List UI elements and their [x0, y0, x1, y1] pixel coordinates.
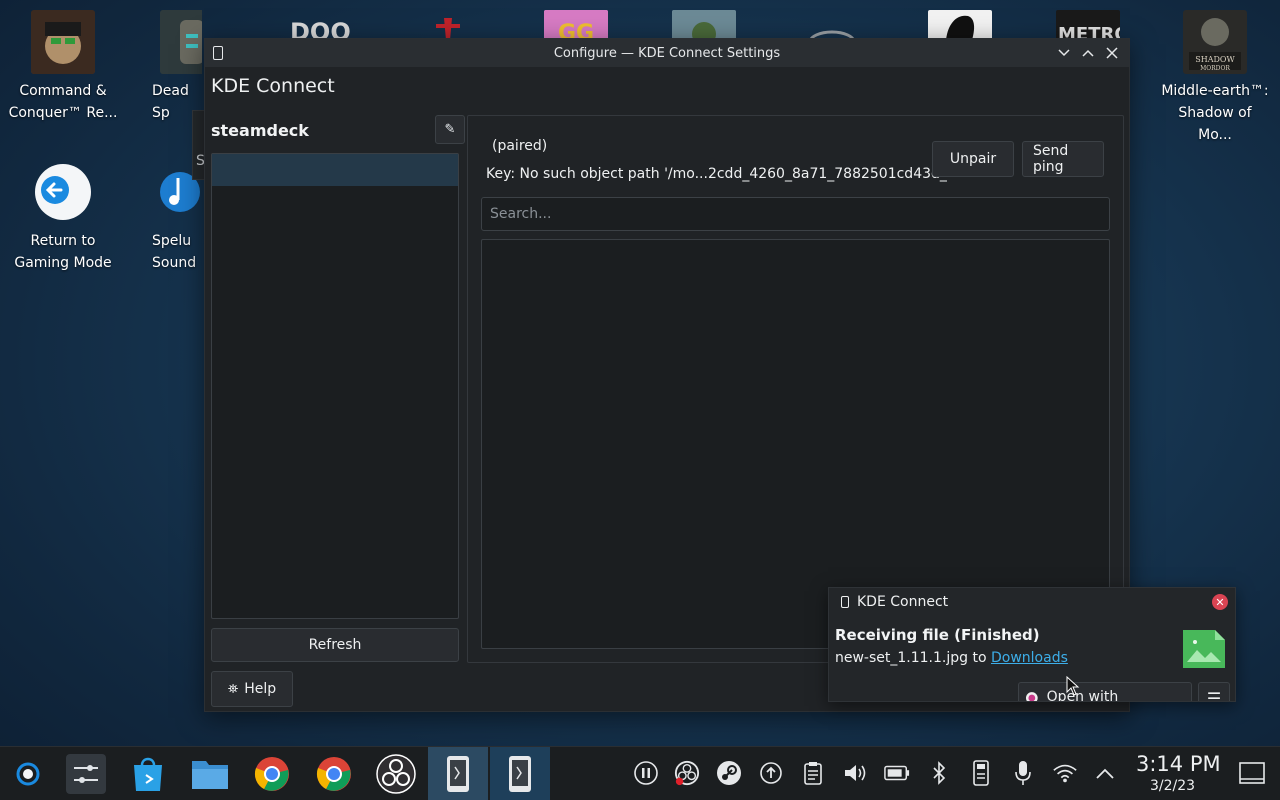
- notification-filename: new-set_1.11.1.jpg to: [835, 650, 991, 666]
- battery-icon[interactable]: [884, 760, 910, 786]
- phone-icon: [213, 46, 223, 60]
- window-title: Configure — KDE Connect Settings: [553, 45, 781, 61]
- chevron-up-icon[interactable]: [1092, 760, 1118, 786]
- image-file-icon: [1183, 630, 1225, 668]
- help-icon: ⛯: [227, 681, 239, 697]
- refresh-button[interactable]: Refresh: [211, 628, 459, 662]
- notification-app-name: KDE Connect: [857, 594, 949, 610]
- clock-date[interactable]: 3/2/23: [1150, 778, 1195, 794]
- downloads-link[interactable]: Downloads: [991, 650, 1068, 666]
- halo-icon[interactable]: [672, 10, 736, 40]
- svg-text:MORDOR: MORDOR: [1200, 65, 1230, 72]
- help-button[interactable]: ⛯ Help: [211, 671, 293, 707]
- close-icon[interactable]: [1101, 42, 1123, 64]
- dead-space-art: [160, 10, 202, 74]
- unpair-button[interactable]: Unpair: [932, 141, 1014, 177]
- notification-popup[interactable]: KDE Connect ✕ Receiving file (Finished) …: [828, 587, 1236, 702]
- shadow-of-mordor-art: SHADOW MORDOR: [1183, 10, 1247, 74]
- volume-icon[interactable]: [842, 760, 868, 786]
- desktop-icon-return-to-gaming-mode[interactable]: Return to Gaming Mode: [8, 160, 118, 274]
- clock-time[interactable]: 3:14 PM: [1136, 752, 1221, 776]
- taskbar-chrome-1[interactable]: [242, 747, 302, 800]
- folder-icon: [192, 761, 228, 789]
- taskbar-discover[interactable]: [118, 747, 178, 800]
- microphone-icon[interactable]: [1010, 760, 1036, 786]
- desktop-icon-label: Spelu Sound: [152, 233, 197, 271]
- show-desktop-icon[interactable]: [1238, 760, 1266, 786]
- chrome-icon: [316, 757, 351, 791]
- device-list[interactable]: [211, 153, 459, 619]
- settings-sliders-icon: [66, 754, 106, 794]
- notification-body: new-set_1.11.1.jpg to Downloads: [835, 650, 1068, 666]
- help-label: Help: [244, 681, 277, 697]
- obs-icon: [376, 754, 416, 794]
- chrome-icon: [254, 757, 289, 791]
- maximize-icon[interactable]: [1077, 42, 1099, 64]
- close-notification-icon[interactable]: ✕: [1212, 594, 1228, 610]
- taskbar-kde-connect[interactable]: [490, 747, 550, 800]
- desktop-icon-label: Return to Gaming Mode: [14, 233, 112, 271]
- wifi-icon[interactable]: [1052, 760, 1078, 786]
- gwenview-icon: [1025, 692, 1038, 701]
- taskbar-dolphin[interactable]: [180, 747, 240, 800]
- search-input[interactable]: [481, 197, 1110, 231]
- desktop-icon-shadow-of-mordor[interactable]: SHADOW MORDOR Middle-earth™: Shadow of Mo…: [1160, 10, 1270, 146]
- pencil-icon: ✎: [444, 122, 456, 137]
- desktop-icon-command-conquer[interactable]: Command & Conquer™ Re...: [8, 10, 118, 124]
- titlebar[interactable]: Configure — KDE Connect Settings: [205, 39, 1129, 67]
- minimize-icon[interactable]: [1053, 42, 1075, 64]
- taskbar-obs[interactable]: [366, 747, 426, 800]
- svg-text:DOOM: DOOM: [290, 18, 352, 40]
- device-key-text: Key: No such object path '/mo...2cdd_426…: [486, 166, 951, 182]
- taskbar-system-settings[interactable]: [56, 747, 116, 800]
- game-icon-ring[interactable]: [800, 10, 864, 40]
- obs-tray-icon[interactable]: [674, 760, 700, 786]
- refresh-label: Refresh: [308, 637, 362, 653]
- application-launcher[interactable]: [0, 747, 56, 800]
- taskbar-kde-connect-settings[interactable]: [428, 747, 488, 800]
- doom-icon[interactable]: DOOM: [288, 10, 352, 40]
- device-list-item-selected[interactable]: [212, 154, 458, 186]
- bluetooth-icon[interactable]: [926, 760, 952, 786]
- taskbar-chrome-2[interactable]: [304, 747, 364, 800]
- desktop-icon-label: Middle-earth™: Shadow of Mo...: [1161, 83, 1269, 143]
- device-details-pane: (paired) Key: No such object path '/mo..…: [467, 115, 1124, 663]
- phone-icon: [841, 596, 849, 608]
- device-name: steamdeck: [211, 121, 309, 140]
- media-pause-icon[interactable]: [633, 760, 659, 786]
- send-ping-label: Send ping: [1033, 143, 1069, 175]
- unpair-label: Unpair: [949, 151, 997, 167]
- kde-connect-icon: [509, 756, 531, 792]
- updates-icon[interactable]: [758, 760, 784, 786]
- desktop-icon-dead-space[interactable]: Dead Sp: [142, 10, 202, 124]
- steam-tray-icon[interactable]: [716, 760, 742, 786]
- discover-bag-icon: [134, 757, 162, 791]
- rename-device-button[interactable]: ✎: [435, 115, 465, 144]
- taskbar: [0, 746, 1280, 800]
- game-icon-pink[interactable]: GG: [544, 10, 608, 40]
- notification-title: Receiving file (Finished): [835, 626, 1040, 644]
- notification-menu-button[interactable]: ☰: [1198, 682, 1230, 702]
- hamburger-icon: ☰: [1206, 689, 1222, 702]
- steamdeck-launcher-icon: [16, 762, 40, 786]
- return-arrow-icon: [31, 160, 95, 224]
- pairing-status: (paired): [492, 138, 548, 154]
- game-icon-silhouette[interactable]: [928, 10, 992, 40]
- send-ping-button[interactable]: Send ping: [1022, 141, 1104, 177]
- kde-connect-icon: [447, 756, 469, 792]
- mouse-cursor: [1066, 675, 1080, 700]
- window-controls: [1053, 42, 1123, 64]
- page-title: KDE Connect: [211, 75, 335, 97]
- clipboard-icon[interactable]: [800, 760, 826, 786]
- notification-header: KDE Connect: [841, 594, 948, 610]
- desktop-icon-label: Command & Conquer™ Re...: [8, 83, 118, 121]
- command-conquer-art: [31, 10, 95, 74]
- metro-icon[interactable]: METRO: [1056, 10, 1120, 40]
- open-with-gwenview-button[interactable]: Open with Gwenview: [1018, 682, 1192, 701]
- game-icon-red[interactable]: [416, 10, 480, 40]
- svg-text:SHADOW: SHADOW: [1195, 55, 1235, 64]
- removable-device-icon[interactable]: [968, 760, 994, 786]
